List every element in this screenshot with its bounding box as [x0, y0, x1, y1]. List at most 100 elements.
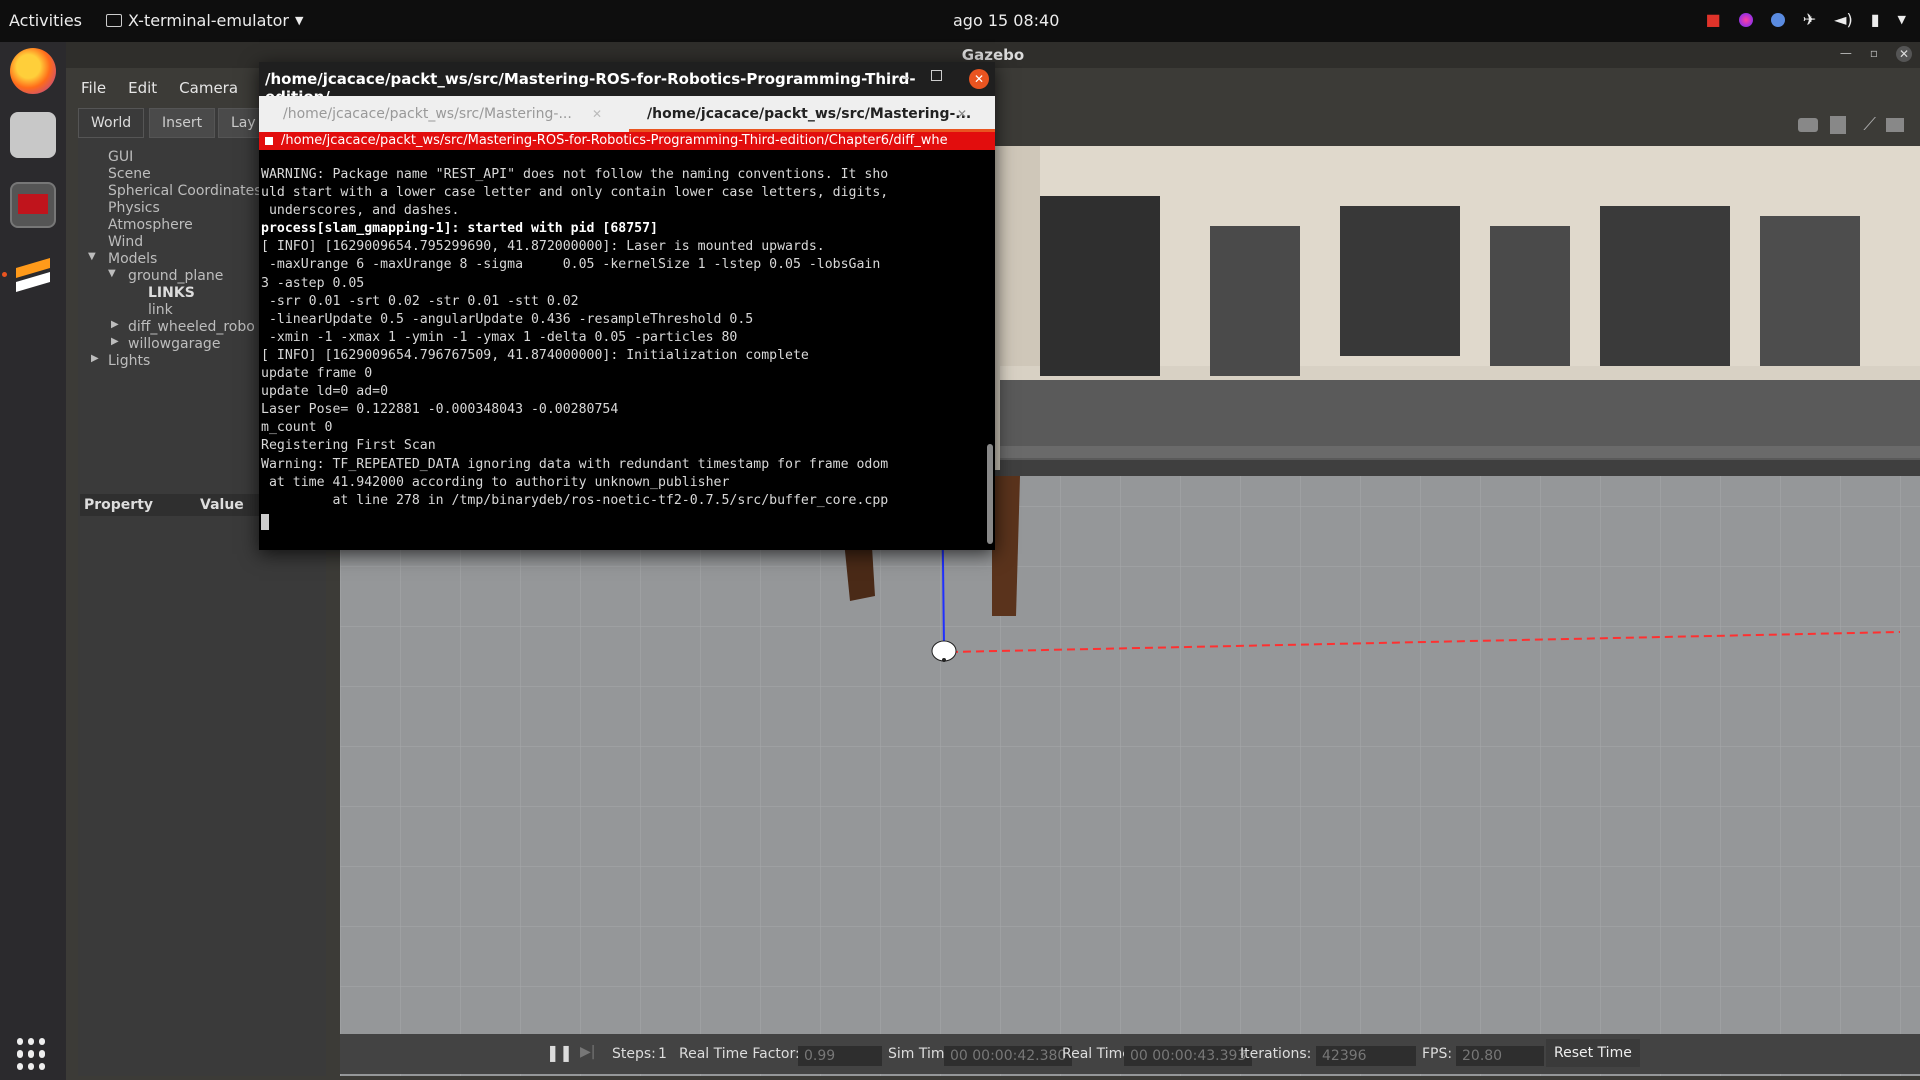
- value-column-header: Value: [200, 497, 244, 513]
- sublime-icon[interactable]: [10, 252, 56, 298]
- steps-label: Steps:: [612, 1046, 656, 1062]
- step-icon[interactable]: ▶|: [580, 1044, 595, 1060]
- system-tray[interactable]: ■ ✈ ◄) ▮ ▼: [1706, 10, 1906, 29]
- terminal-line: Laser Pose= 0.122881 -0.000348043 -0.002…: [261, 402, 619, 418]
- terminal-icon[interactable]: [10, 182, 56, 228]
- screenshot-icon[interactable]: [1798, 118, 1818, 132]
- airplane-icon[interactable]: ✈: [1803, 10, 1816, 29]
- terminal-line: [ INFO] [1629009654.795299690, 41.872000…: [261, 239, 825, 255]
- chevron-down-icon: ▼: [295, 14, 304, 27]
- tree-item-scene[interactable]: Scene: [108, 166, 151, 182]
- collapse-arrow-icon[interactable]: ▶: [111, 319, 119, 330]
- running-indicator: [2, 272, 7, 277]
- iterations-value: 42396: [1316, 1046, 1416, 1066]
- tree-item-models[interactable]: Models: [108, 251, 157, 267]
- terminal-scrollbar[interactable]: [987, 444, 993, 544]
- terminal-line: uld start with a lower case letter and o…: [261, 185, 889, 201]
- tree-item-ground-plane[interactable]: ground_plane: [128, 268, 223, 284]
- reset-time-button[interactable]: Reset Time: [1546, 1039, 1640, 1067]
- terminal-line: -srr 0.01 -srt 0.02 -str 0.01 -stt 0.02: [261, 293, 579, 309]
- clock[interactable]: ago 15 08:40: [953, 11, 1059, 30]
- terminal-line: Warning: TF_REPEATED_DATA ignoring data …: [261, 456, 889, 472]
- volume-icon[interactable]: ◄): [1834, 10, 1853, 29]
- plot-icon[interactable]: ⟋: [1863, 114, 1876, 135]
- close-tab-icon[interactable]: ✕: [592, 96, 602, 132]
- log-icon[interactable]: [1830, 116, 1846, 134]
- tree-item-physics[interactable]: Physics: [108, 200, 160, 216]
- terminal-line: -maxUrange 6 -maxUrange 8 -sigma 0.05 -k…: [261, 257, 881, 273]
- terminal-path-text: /home/jcacace/packt_ws/src/Mastering-ROS…: [281, 133, 948, 148]
- terminal-tab-2[interactable]: /home/jcacace/packt_ws/src/Mastering-...: [647, 96, 971, 132]
- window-controls: — ▫ ✕: [1840, 46, 1912, 62]
- terminal-cursor: [261, 513, 269, 530]
- terminal-line: process[slam_gmapping-1]: started with p…: [261, 221, 658, 237]
- sim-time-value: 00 00:00:42.380: [944, 1046, 1073, 1066]
- menu-file[interactable]: File: [81, 79, 106, 97]
- app-grid-icon[interactable]: [17, 1038, 49, 1070]
- tree-item-atmosphere[interactable]: Atmosphere: [108, 217, 193, 233]
- tree-item-diff-robot[interactable]: diff_wheeled_robo: [128, 319, 255, 335]
- steps-value[interactable]: 1: [658, 1046, 667, 1062]
- terminal-line: Registering First Scan: [261, 438, 436, 454]
- real-time-value: 00 00:00:43.393: [1124, 1046, 1253, 1066]
- tab-insert[interactable]: Insert: [149, 108, 216, 138]
- menu-camera[interactable]: Camera: [179, 79, 238, 97]
- app-menu-label: X-terminal-emulator: [128, 11, 290, 30]
- terminal-line: -linearUpdate 0.5 -angularUpdate 0.436 -…: [261, 311, 754, 327]
- property-column-header: Property: [84, 497, 154, 513]
- tree-item-links: LINKS: [148, 285, 195, 301]
- collapse-arrow-icon[interactable]: ▶: [111, 336, 119, 347]
- tree-item-link[interactable]: link: [148, 302, 173, 318]
- tab-world[interactable]: World: [78, 108, 145, 138]
- close-button[interactable]: ✕: [969, 69, 989, 89]
- close-button[interactable]: ✕: [1896, 46, 1912, 62]
- terminal-window: /home/jcacace/packt_ws/src/Mastering-ROS…: [259, 62, 995, 550]
- maximize-button[interactable]: ▫: [1870, 46, 1878, 62]
- menu-edit[interactable]: Edit: [128, 79, 157, 97]
- app-menu[interactable]: X-terminal-emulator ▼: [106, 11, 303, 30]
- tree-item-willowgarage[interactable]: willowgarage: [128, 336, 220, 352]
- terminal-line: 3 -astep 0.05: [261, 275, 365, 291]
- battery-icon[interactable]: ▮: [1871, 10, 1880, 29]
- firefox-icon[interactable]: [10, 48, 56, 94]
- terminal-titlebar: /home/jcacace/packt_ws/src/Mastering-ROS…: [259, 62, 995, 106]
- gazebo-menubar: File Edit Camera Vi: [66, 72, 274, 104]
- fps-value: 20.80: [1456, 1046, 1544, 1066]
- color-picker-icon[interactable]: [1738, 12, 1753, 27]
- dock: [0, 42, 66, 1080]
- minimize-button[interactable]: —: [1840, 46, 1852, 62]
- terminal-line: at line 278 in /tmp/binarydeb/ros-noetic…: [261, 492, 889, 508]
- terminal-app-icon: [106, 14, 122, 27]
- tree-item-lights[interactable]: Lights: [108, 353, 150, 369]
- tree-item-wind[interactable]: Wind: [108, 234, 143, 250]
- iterations-label: Iterations:: [1240, 1046, 1312, 1062]
- expand-arrow-icon[interactable]: ▼: [88, 251, 96, 262]
- terminal-line: -xmin -1 -xmax 1 -ymin -1 -ymax 1 -delta…: [261, 329, 738, 345]
- terminal-tab-1[interactable]: /home/jcacace/packt_ws/src/Mastering-...: [283, 96, 572, 132]
- fps-label: FPS:: [1422, 1046, 1453, 1062]
- tree-item-gui[interactable]: GUI: [108, 149, 133, 165]
- files-icon[interactable]: [10, 112, 56, 158]
- minimize-button[interactable]: –: [902, 68, 910, 86]
- top-bar: Activities X-terminal-emulator ▼ ago 15 …: [0, 0, 1920, 42]
- maximize-button[interactable]: [931, 70, 942, 81]
- terminal-line: m_count 0: [261, 420, 333, 436]
- simulation-status-bar: ❚❚ ▶| Steps: 1 Real Time Factor: 0.99 Si…: [340, 1034, 1920, 1074]
- terminal-path-bar: /home/jcacace/packt_ws/src/Mastering-ROS…: [259, 132, 995, 150]
- record-icon[interactable]: ■: [1706, 10, 1721, 29]
- chevron-down-icon[interactable]: ▼: [1898, 13, 1906, 26]
- collapse-arrow-icon[interactable]: ▶: [91, 353, 99, 364]
- video-icon[interactable]: [1886, 118, 1904, 132]
- user-icon[interactable]: [1770, 12, 1785, 27]
- expand-arrow-icon[interactable]: ▼: [108, 268, 116, 279]
- terminal-tabs: /home/jcacace/packt_ws/src/Mastering-...…: [259, 96, 995, 132]
- terminal-line: WARNING: Package name "REST_API" does no…: [261, 167, 889, 182]
- close-tab-icon[interactable]: ✕: [957, 96, 967, 132]
- terminal-line: update ld=0 ad=0: [261, 384, 389, 400]
- terminal-small-icon: [265, 136, 273, 145]
- activities-button[interactable]: Activities: [9, 11, 82, 30]
- terminal-output[interactable]: WARNING: Package name "REST_API" does no…: [261, 166, 979, 536]
- terminal-line: update frame 0: [261, 366, 373, 382]
- tree-item-spherical[interactable]: Spherical Coordinates: [108, 183, 262, 199]
- pause-icon[interactable]: ❚❚: [546, 1043, 573, 1062]
